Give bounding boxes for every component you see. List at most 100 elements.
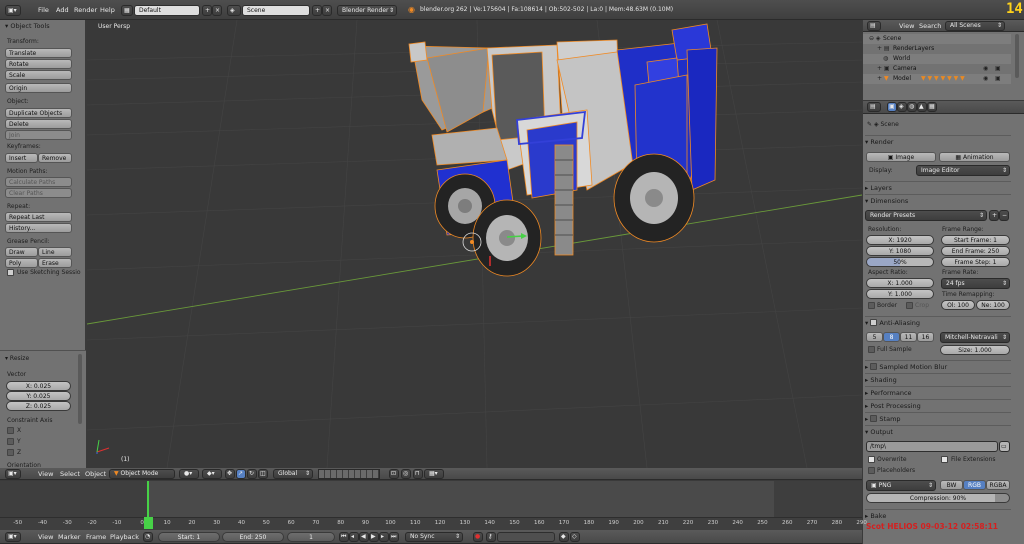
motion-blur-panel-header[interactable]: ▸ Sampled Motion Blur bbox=[865, 360, 1011, 372]
camera-visibility-icon[interactable]: ◉ bbox=[983, 65, 988, 72]
outliner-row-scene[interactable]: ⊖ ◈ Scene bbox=[863, 34, 1011, 44]
tool-shelf-title[interactable]: ▾ Object Tools bbox=[5, 22, 50, 30]
file-format-dropdown[interactable]: ▣ PNG ⇕ bbox=[866, 480, 936, 491]
motion-blur-checkbox[interactable] bbox=[870, 363, 878, 370]
shading-panel-header[interactable]: ▸ Shading bbox=[865, 373, 1011, 385]
frame-rate-dropdown[interactable]: 24 fps ⇕ bbox=[941, 278, 1010, 289]
stamp-checkbox[interactable] bbox=[870, 415, 878, 422]
outliner-display-dropdown[interactable]: All Scenes ⇕ bbox=[945, 21, 1005, 31]
keying-set-icon[interactable]: ⚷ bbox=[486, 532, 496, 542]
layout-remove-button[interactable]: × bbox=[212, 5, 222, 16]
scene-context-button[interactable]: ◈ bbox=[897, 102, 907, 112]
pin-icon[interactable]: ✎ bbox=[867, 121, 872, 128]
pivot-dropdown[interactable]: ◆▾ bbox=[202, 469, 222, 479]
delete-keyframe-icon[interactable]: ◇ bbox=[570, 532, 580, 542]
resolution-percentage-slider[interactable]: 50% bbox=[866, 257, 934, 267]
resolution-x-field[interactable]: X: 1920 bbox=[866, 235, 934, 245]
overwrite-checkbox[interactable] bbox=[868, 456, 875, 463]
screen-layout-field[interactable]: Default bbox=[134, 5, 200, 16]
render-panel-header[interactable]: ▾ Render bbox=[865, 135, 1011, 147]
time-remap-old-field[interactable]: Ol: 100 bbox=[941, 300, 975, 310]
preset-remove-button[interactable]: − bbox=[999, 210, 1009, 221]
render-engine-dropdown[interactable]: Blender Render ⇕ bbox=[337, 5, 397, 16]
resize-z-field[interactable]: Z: 0.025 bbox=[6, 401, 71, 411]
timeline-menu-playback[interactable]: Playback bbox=[110, 533, 139, 541]
preset-add-button[interactable]: + bbox=[989, 210, 999, 221]
join-button[interactable]: Join bbox=[5, 130, 72, 140]
view3d-menu-select[interactable]: Select bbox=[60, 470, 80, 478]
clear-paths-button[interactable]: Clear Paths bbox=[5, 188, 72, 198]
calculate-paths-button[interactable]: Calculate Paths bbox=[5, 177, 72, 187]
object-context-button[interactable]: ▲ bbox=[917, 102, 927, 112]
orientation-dropdown[interactable]: Global ⇕ bbox=[273, 469, 313, 479]
render-presets-dropdown[interactable]: Render Presets ⇕ bbox=[865, 210, 987, 221]
resize-y-field[interactable]: Y: 0.025 bbox=[6, 391, 71, 401]
outliner-editor-type-button[interactable]: ▤ bbox=[867, 21, 881, 31]
bake-panel-header[interactable]: ▸ Bake bbox=[865, 509, 1011, 521]
view3d-menu-object[interactable]: Object bbox=[85, 470, 106, 478]
aa-samples-8[interactable]: 8 bbox=[883, 332, 900, 342]
start-field[interactable]: Start: 1 bbox=[158, 532, 220, 542]
outliner-row-camera[interactable]: + ▣ Camera ◉ ▣ bbox=[863, 64, 1011, 74]
scale-manipulator-button[interactable]: ◫ bbox=[258, 469, 268, 479]
output-path-field[interactable]: /tmp\ bbox=[866, 441, 998, 452]
start-frame-field[interactable]: Start Frame: 1 bbox=[941, 235, 1010, 245]
menu-render[interactable]: Render bbox=[74, 6, 97, 14]
constraint-y-checkbox[interactable] bbox=[7, 438, 14, 445]
record-button[interactable]: ● bbox=[473, 532, 483, 542]
history-button[interactable]: History... bbox=[5, 223, 72, 233]
render-context-button[interactable]: ▣ bbox=[887, 102, 897, 112]
aspect-x-field[interactable]: X: 1.000 bbox=[866, 278, 934, 288]
constraint-z-checkbox[interactable] bbox=[7, 449, 14, 456]
jump-keyframe-forward-button[interactable]: ▸ bbox=[379, 532, 389, 542]
outliner-menu-search[interactable]: Search bbox=[919, 22, 941, 30]
menu-add[interactable]: Add bbox=[56, 6, 69, 14]
insert-keyframe-icon[interactable]: ◆ bbox=[559, 532, 569, 542]
aa-samples-11[interactable]: 11 bbox=[900, 332, 917, 342]
timeline-menu-frame[interactable]: Frame bbox=[86, 533, 106, 541]
insert-keyframe-button[interactable]: Insert bbox=[5, 153, 38, 163]
render-image-button[interactable]: ▣ Image bbox=[866, 152, 936, 162]
view3d-menu-view[interactable]: View bbox=[38, 470, 53, 478]
aa-size-field[interactable]: Size: 1.000 bbox=[940, 345, 1010, 355]
properties-editor-type-button[interactable]: ▤ bbox=[867, 102, 881, 112]
post-processing-panel-header[interactable]: ▸ Post Processing bbox=[865, 399, 1011, 411]
color-rgb-button[interactable]: RGB bbox=[963, 480, 986, 490]
crop-checkbox[interactable] bbox=[906, 302, 913, 309]
end-field[interactable]: End: 250 bbox=[222, 532, 284, 542]
scene-field[interactable]: Scene bbox=[242, 5, 310, 16]
world-context-button[interactable]: ◍ bbox=[907, 102, 917, 112]
timeline-menu-view[interactable]: View bbox=[38, 533, 53, 541]
aa-filter-dropdown[interactable]: Mitchell-Netravali ⇕ bbox=[940, 332, 1010, 343]
proportional-edit-icon[interactable]: ◎ bbox=[401, 469, 411, 479]
aa-samples-5[interactable]: 5 bbox=[866, 332, 883, 342]
rotate-button[interactable]: Rotate bbox=[5, 59, 72, 69]
scene-type-icon[interactable]: ◈ bbox=[227, 5, 241, 16]
placeholders-checkbox[interactable] bbox=[868, 467, 875, 474]
menu-help[interactable]: Help bbox=[100, 6, 115, 14]
layout-add-button[interactable]: + bbox=[202, 5, 212, 16]
output-folder-button[interactable]: ▭ bbox=[999, 441, 1010, 452]
scale-button[interactable]: Scale bbox=[5, 70, 72, 80]
operator-title[interactable]: ▾ Resize bbox=[5, 355, 29, 362]
anti-aliasing-checkbox[interactable] bbox=[870, 319, 878, 326]
snap-icon[interactable]: ⊓ bbox=[413, 469, 423, 479]
camera-render-icon[interactable]: ▣ bbox=[995, 65, 1001, 72]
viewport-shading-dropdown[interactable]: ●▾ bbox=[179, 469, 199, 479]
jump-end-button[interactable]: ⏭ bbox=[389, 532, 399, 542]
stamp-panel-header[interactable]: ▸ Stamp bbox=[865, 412, 1011, 424]
border-checkbox[interactable] bbox=[868, 302, 875, 309]
layers-panel-header[interactable]: ▸ Layers bbox=[865, 181, 1011, 193]
output-panel-header[interactable]: ▾ Output bbox=[865, 425, 1011, 437]
outliner-row-renderlayers[interactable]: + ▤ RenderLayers bbox=[863, 44, 1011, 54]
time-remap-new-field[interactable]: Ne: 100 bbox=[976, 300, 1010, 310]
layer-buttons[interactable] bbox=[318, 469, 380, 479]
resolution-y-field[interactable]: Y: 1080 bbox=[866, 246, 934, 256]
play-button[interactable]: ▶ bbox=[369, 532, 379, 542]
color-bw-button[interactable]: BW bbox=[940, 480, 963, 490]
constraint-x-checkbox[interactable] bbox=[7, 427, 14, 434]
origin-button[interactable]: Origin bbox=[5, 83, 72, 93]
grease-erase-button[interactable]: Erase bbox=[38, 258, 72, 268]
timeline-menu-marker[interactable]: Marker bbox=[58, 533, 80, 541]
keying-set-field[interactable] bbox=[497, 532, 555, 542]
